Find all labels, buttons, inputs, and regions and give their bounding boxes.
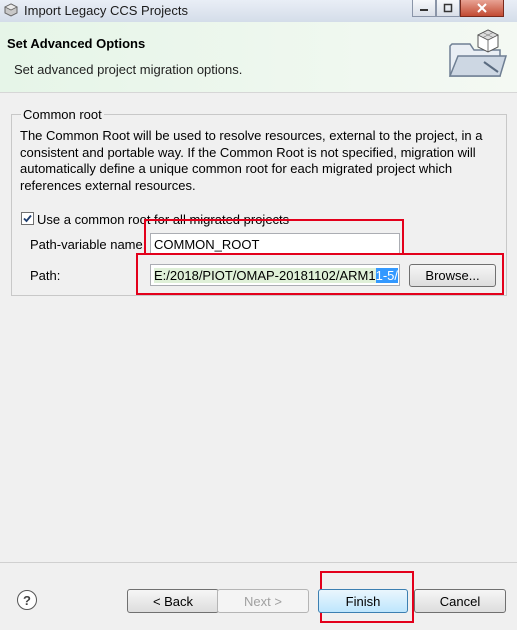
help-icon[interactable]: ? — [17, 590, 37, 610]
footer-divider — [0, 562, 517, 563]
back-button[interactable]: < Back — [127, 589, 219, 613]
path-label: Path: — [30, 268, 61, 283]
maximize-button[interactable] — [436, 0, 460, 17]
back-label: < Back — [152, 593, 194, 609]
close-icon — [477, 3, 487, 13]
cancel-label: Cancel — [439, 593, 481, 609]
annotation-box-path-variable — [144, 219, 404, 255]
window-title: Import Legacy CCS Projects — [24, 3, 189, 18]
next-label: Next > — [244, 593, 282, 609]
path-variable-label: Path-variable name: — [30, 237, 147, 252]
annotation-box-path — [136, 253, 504, 295]
wizard-header — [0, 22, 517, 93]
checkmark-icon — [23, 214, 32, 223]
page-subtitle: Set advanced project migration options. — [14, 62, 243, 77]
maximize-icon — [443, 3, 453, 13]
common-root-description: The Common Root will be used to resolve … — [20, 128, 483, 193]
close-button[interactable] — [460, 0, 504, 17]
minimize-button[interactable] — [412, 0, 436, 17]
finish-button[interactable]: Finish — [318, 589, 408, 613]
minimize-icon — [420, 9, 428, 11]
group-title: Common root — [21, 107, 104, 122]
use-common-root-checkbox[interactable] — [21, 212, 34, 225]
next-button[interactable]: Next > — [217, 589, 309, 613]
import-folder-icon — [444, 28, 510, 82]
finish-label: Finish — [345, 593, 381, 609]
page-title: Set Advanced Options — [7, 36, 146, 51]
cancel-button[interactable]: Cancel — [414, 589, 506, 613]
app-icon — [4, 3, 18, 17]
